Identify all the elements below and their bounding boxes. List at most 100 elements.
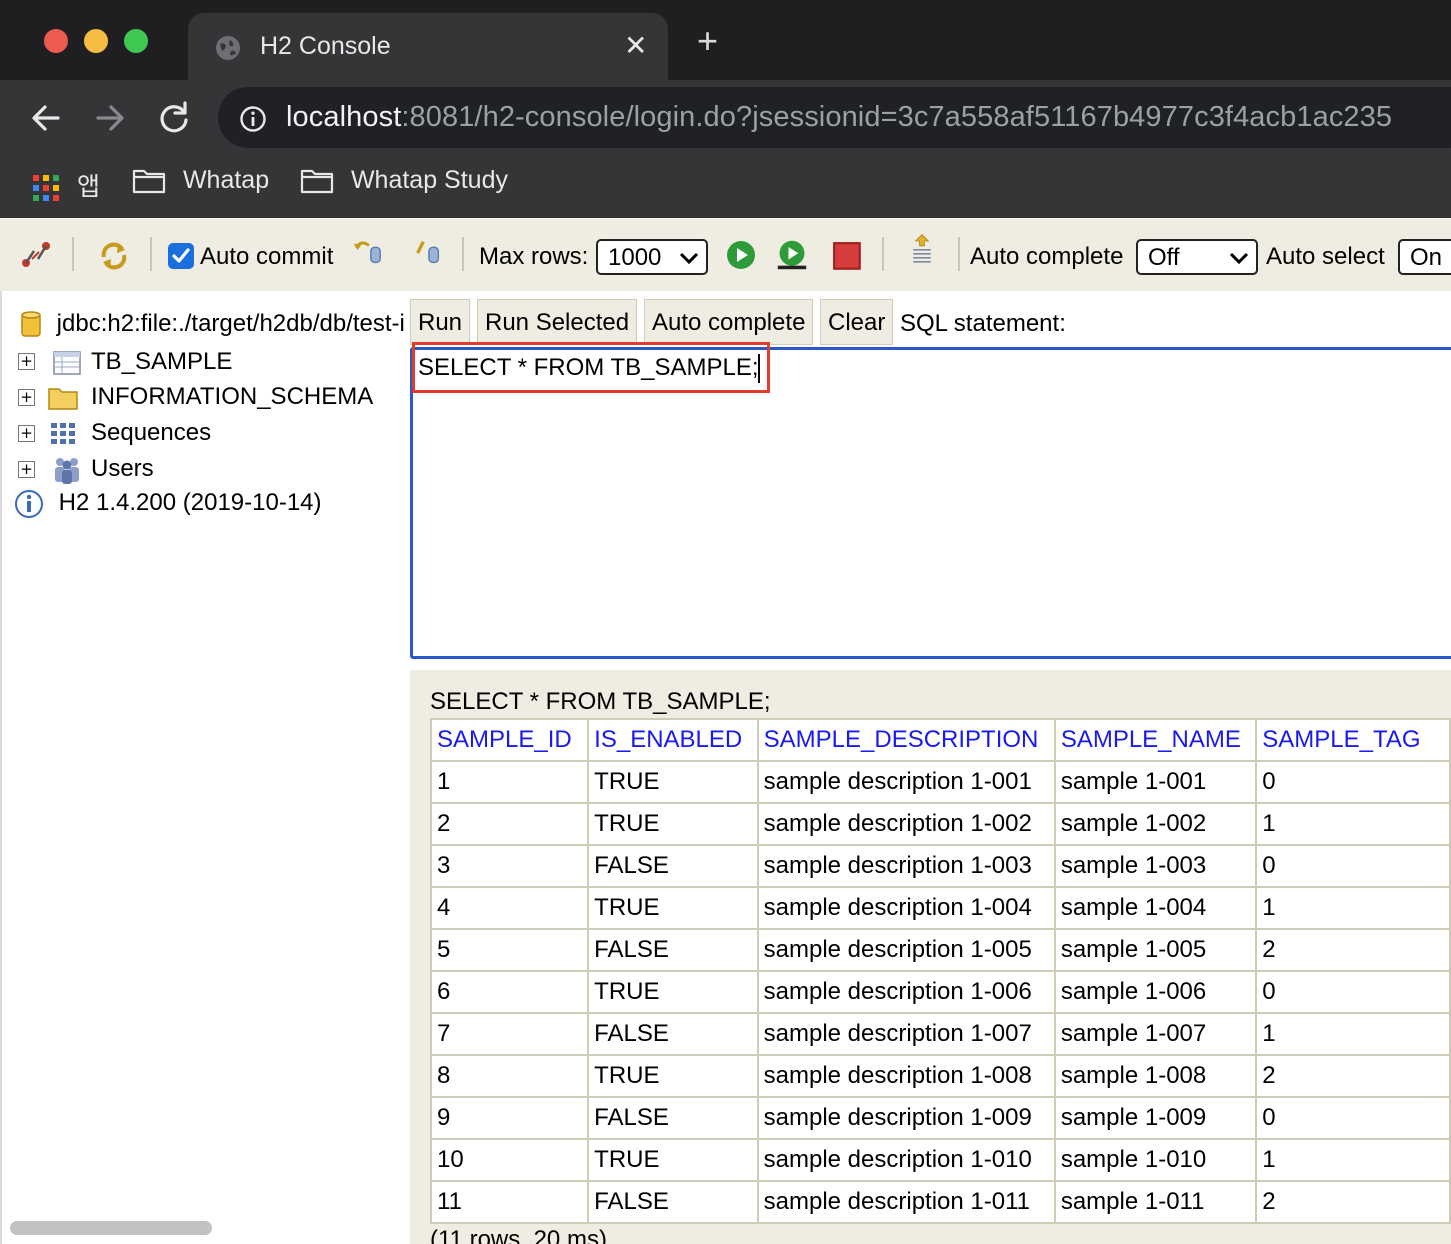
table-row: 10 TRUE sample description 1-010 sample 1-0… <box>429 1138 1451 1182</box>
column-header[interactable]: SAMPLE_DESCRIPTION <box>756 718 1056 762</box>
chevron-down-icon <box>1229 252 1249 265</box>
refresh-icon[interactable] <box>98 239 130 271</box>
table-cell: TRUE <box>587 970 759 1014</box>
table-row: 7 FALSE sample description 1-007 sample 1-0… <box>429 1012 1451 1056</box>
forward-arrow-icon[interactable] <box>90 98 130 138</box>
auto-complete-button[interactable]: Auto complete <box>644 299 814 345</box>
info-icon <box>15 490 43 518</box>
browser-tab[interactable]: H2 Console ✕ <box>188 13 668 80</box>
table-row: 5 FALSE sample description 1-005 sample 1-0… <box>429 928 1451 972</box>
table-cell: 0 <box>1255 970 1451 1014</box>
connection-node[interactable]: jdbc:h2:file:./target/h2db/db/test-i <box>20 310 405 340</box>
table-cell: 1 <box>1255 802 1451 846</box>
commit-icon[interactable] <box>412 237 444 269</box>
run-selected-button[interactable]: Run Selected <box>477 299 638 345</box>
table-cell: TRUE <box>587 1138 759 1182</box>
table-row: 9 FALSE sample description 1-009 sample 1-0… <box>429 1096 1451 1140</box>
url-text: localhost:8081/h2-console/login.do?jsess… <box>286 101 1392 134</box>
max-rows-select[interactable]: 1000 <box>596 239 708 275</box>
run-button[interactable]: Run <box>410 299 471 345</box>
table-cell: FALSE <box>587 928 759 972</box>
table-cell: 10 <box>429 1138 590 1182</box>
folder-icon <box>132 170 166 194</box>
users-icon <box>55 458 79 484</box>
column-header[interactable]: SAMPLE_TAG <box>1255 718 1451 762</box>
table-row: 1 TRUE sample description 1-001 sample 1-00… <box>429 760 1451 804</box>
table-cell: 11 <box>429 1180 590 1224</box>
bookmark-label: Whatap <box>182 166 270 194</box>
clear-button[interactable]: Clear <box>820 299 894 345</box>
auto-complete-label: Auto complete <box>970 243 1124 270</box>
bookmark-apps[interactable]: 앱 <box>32 167 100 203</box>
table-cell: 0 <box>1255 760 1451 804</box>
back-arrow-icon[interactable] <box>26 98 66 138</box>
run-selected-icon[interactable] <box>776 239 808 271</box>
table-row: 6 TRUE sample description 1-006 sample 1-00… <box>429 970 1451 1014</box>
column-header[interactable]: SAMPLE_ID <box>429 718 590 762</box>
apps-grid-icon <box>33 175 59 202</box>
run-icon[interactable] <box>725 239 757 271</box>
results-table: SAMPLE_ID IS_ENABLED SAMPLE_DESCRIPTION … <box>429 718 1451 1224</box>
table-cell: sample 1-006 <box>1053 970 1258 1014</box>
table-cell: sample description 1-011 <box>756 1180 1056 1224</box>
expand-icon[interactable]: + <box>18 389 35 406</box>
stop-icon[interactable] <box>832 241 864 273</box>
table-icon <box>53 351 81 375</box>
table-cell: TRUE <box>587 802 759 846</box>
expand-icon[interactable]: + <box>18 461 35 478</box>
table-cell: sample 1-011 <box>1053 1180 1258 1224</box>
table-cell: 5 <box>429 928 590 972</box>
auto-select-select[interactable]: On <box>1398 239 1451 275</box>
expand-icon[interactable]: + <box>18 425 35 442</box>
table-cell: sample 1-009 <box>1053 1096 1258 1140</box>
table-cell: 3 <box>429 844 590 888</box>
table-cell: sample description 1-004 <box>756 886 1056 930</box>
window-minimize-button[interactable] <box>84 29 108 53</box>
bookmark-label: Whatap Study <box>350 166 508 194</box>
table-cell: sample description 1-008 <box>756 1054 1056 1098</box>
auto-commit-checkbox[interactable] <box>168 243 194 269</box>
site-info-icon[interactable] <box>239 105 267 133</box>
table-cell: sample description 1-010 <box>756 1138 1056 1182</box>
reload-icon[interactable] <box>154 98 194 138</box>
column-header[interactable]: SAMPLE_NAME <box>1053 718 1258 762</box>
column-header[interactable]: IS_ENABLED <box>587 718 759 762</box>
results-panel: SELECT * FROM TB_SAMPLE; SAMPLE_ID IS_EN… <box>410 670 1451 1244</box>
bookmark-whatap[interactable]: Whatap <box>132 166 269 195</box>
table-cell: sample 1-010 <box>1053 1138 1258 1182</box>
window-maximize-button[interactable] <box>124 29 148 53</box>
table-row: 8 TRUE sample description 1-008 sample 1-00… <box>429 1054 1451 1098</box>
result-summary: (11 rows, 20 ms) <box>430 1226 607 1244</box>
table-cell: TRUE <box>587 886 759 930</box>
bookmark-whatap-study[interactable]: Whatap Study <box>300 166 508 195</box>
auto-complete-select[interactable]: Off <box>1136 239 1258 275</box>
table-cell: sample description 1-002 <box>756 802 1056 846</box>
table-cell: 6 <box>429 970 590 1014</box>
table-cell: sample description 1-007 <box>756 1012 1056 1056</box>
result-query-text: SELECT * FROM TB_SAMPLE; <box>430 688 771 715</box>
tab-close-icon[interactable]: ✕ <box>624 29 647 62</box>
table-cell: TRUE <box>587 760 759 804</box>
url-host: localhost <box>286 101 402 133</box>
max-rows-label: Max rows: <box>479 243 589 270</box>
url-path: :8081/h2-console/login.do?jsessionid=3c7… <box>401 101 1393 133</box>
auto-complete-value: Off <box>1148 244 1180 271</box>
address-bar[interactable]: localhost:8081/h2-console/login.do?jsess… <box>218 87 1451 148</box>
rollback-icon[interactable] <box>352 237 384 269</box>
new-tab-button[interactable]: + <box>697 23 718 59</box>
tree-item-label: Users <box>91 455 154 482</box>
horizontal-scrollbar[interactable] <box>10 1221 212 1235</box>
disconnect-icon[interactable] <box>20 239 52 271</box>
table-cell: sample description 1-006 <box>756 970 1056 1014</box>
max-rows-value: 1000 <box>608 244 662 271</box>
tree-item-label: INFORMATION_SCHEMA <box>91 383 374 410</box>
version-label: H2 1.4.200 (2019-10-14) <box>58 489 322 517</box>
expand-icon[interactable]: + <box>18 353 35 370</box>
history-icon[interactable] <box>906 233 938 265</box>
table-cell: 2 <box>1255 1054 1451 1098</box>
table-cell: 0 <box>1255 1096 1451 1140</box>
table-cell: TRUE <box>587 1054 759 1098</box>
bookmarks-bar: 앱 Whatap Whatap Study <box>0 154 1451 218</box>
sql-editor[interactable] <box>410 347 1451 659</box>
window-close-button[interactable] <box>44 29 68 53</box>
